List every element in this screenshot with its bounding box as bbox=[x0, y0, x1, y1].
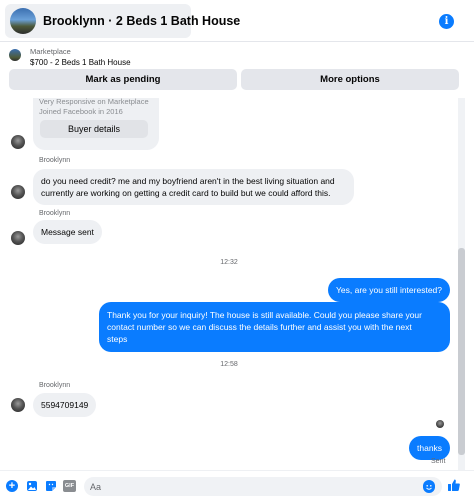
avatar[interactable] bbox=[11, 231, 25, 245]
sender-name: Brooklynn bbox=[39, 210, 71, 217]
chat-scrollbar[interactable] bbox=[458, 98, 465, 470]
message-composer: + GIF bbox=[0, 470, 474, 500]
outgoing-message[interactable]: Thank you for your inquiry! The house is… bbox=[99, 302, 450, 352]
thumbs-up-icon[interactable] bbox=[447, 478, 461, 492]
incoming-message[interactable]: 5594709149 bbox=[33, 393, 97, 417]
message-line: Thank you for your inquiry! The house is… bbox=[107, 310, 422, 320]
timestamp: 12:58 bbox=[220, 361, 238, 368]
mark-as-pending-button[interactable]: Mark as pending bbox=[9, 69, 237, 90]
message-thread[interactable]: Very Responsive on Marketplace Joined Fa… bbox=[0, 98, 474, 470]
incoming-message[interactable]: Message sent bbox=[33, 220, 102, 244]
responsiveness-text: Very Responsive on Marketplace bbox=[39, 98, 149, 106]
timestamp: 12:32 bbox=[220, 259, 238, 266]
sender-name: Brooklynn bbox=[39, 382, 71, 389]
listing-thumbnail bbox=[9, 49, 21, 61]
marketplace-bar: Marketplace $700 - 2 Beds 1 Bath House M… bbox=[0, 43, 474, 98]
listing-title[interactable]: $700 - 2 Beds 1 Bath House bbox=[30, 58, 131, 67]
gif-icon[interactable]: GIF bbox=[63, 480, 76, 492]
scrollbar-thumb[interactable] bbox=[458, 248, 465, 455]
delivery-status: Sent bbox=[431, 458, 446, 465]
message-line: steps bbox=[107, 334, 128, 344]
conversation-title-button[interactable]: Brooklynn · 2 Beds 1 Bath House bbox=[5, 4, 240, 38]
conversation-title: Brooklynn · 2 Beds 1 Bath House bbox=[43, 14, 241, 28]
sticker-icon[interactable] bbox=[45, 480, 57, 492]
chat-header: Brooklynn · 2 Beds 1 Bath House i bbox=[0, 0, 474, 42]
message-line: contact number so we can discuss the det… bbox=[107, 322, 412, 332]
info-icon[interactable]: i bbox=[439, 14, 454, 29]
avatar[interactable] bbox=[11, 398, 25, 412]
joined-text: Joined Facebook in 2016 bbox=[39, 107, 123, 116]
message-line: do you need credit? me and my boyfriend … bbox=[41, 176, 335, 186]
message-input[interactable] bbox=[84, 477, 442, 496]
avatar[interactable] bbox=[11, 185, 25, 199]
sender-name: Brooklynn bbox=[39, 157, 71, 164]
avatar[interactable] bbox=[11, 135, 25, 149]
plus-icon[interactable]: + bbox=[6, 480, 18, 492]
outgoing-message[interactable]: thanks bbox=[409, 436, 450, 460]
outgoing-message[interactable]: Yes, are you still interested? bbox=[328, 278, 450, 302]
buyer-profile-card: Very Responsive on Marketplace Joined Fa… bbox=[33, 98, 159, 150]
marketplace-label: Marketplace bbox=[30, 47, 71, 56]
listing-avatar bbox=[10, 8, 36, 34]
more-options-button[interactable]: More options bbox=[241, 69, 459, 90]
photo-icon[interactable] bbox=[26, 480, 38, 492]
buyer-details-button[interactable]: Buyer details bbox=[40, 120, 148, 138]
incoming-message[interactable]: do you need credit? me and my boyfriend … bbox=[33, 169, 354, 205]
emoji-icon[interactable] bbox=[423, 480, 435, 493]
message-line: currently are working on getting a credi… bbox=[41, 188, 331, 198]
read-receipt-avatar bbox=[436, 420, 444, 428]
